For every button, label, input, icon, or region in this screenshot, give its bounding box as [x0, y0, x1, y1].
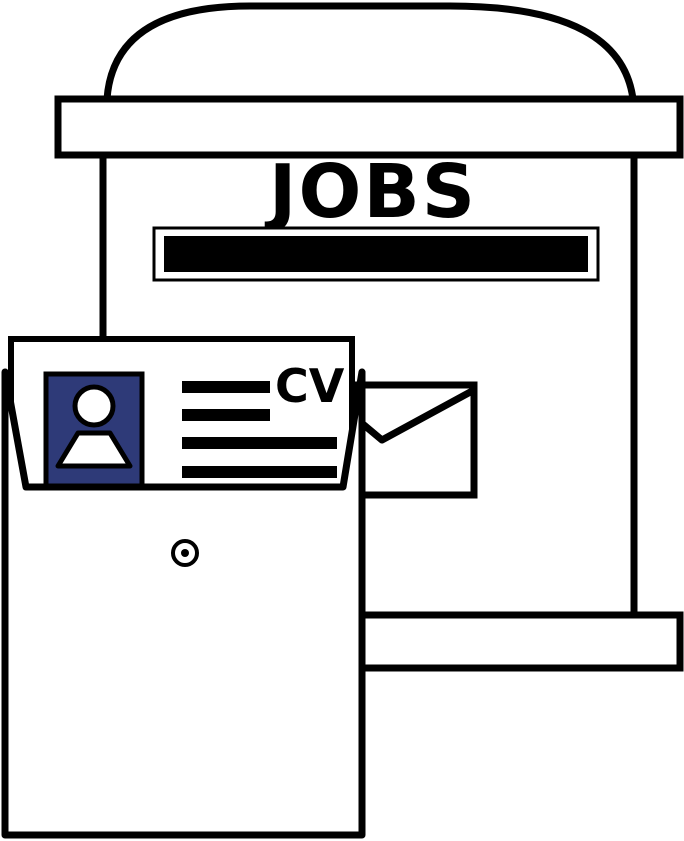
jobs-mailbox-illustration: JOBS CV [0, 0, 684, 841]
folder-button-center [181, 549, 189, 557]
cv-label: CV [275, 359, 345, 413]
cv-line-4 [182, 466, 337, 478]
mailbox-base [356, 611, 684, 672]
mail-slot [164, 236, 588, 272]
cv-line-3 [182, 437, 337, 449]
mailbox-dome [103, 2, 637, 103]
cv-line-1 [182, 381, 270, 393]
envelope-icon [354, 381, 478, 499]
mailbox-top-ledge [54, 95, 684, 159]
cv-line-2 [182, 409, 270, 421]
folder-icon: CV [1, 336, 366, 839]
mailbox-sign: JOBS [264, 149, 477, 235]
illustration-canvas: JOBS CV [1, 2, 684, 839]
